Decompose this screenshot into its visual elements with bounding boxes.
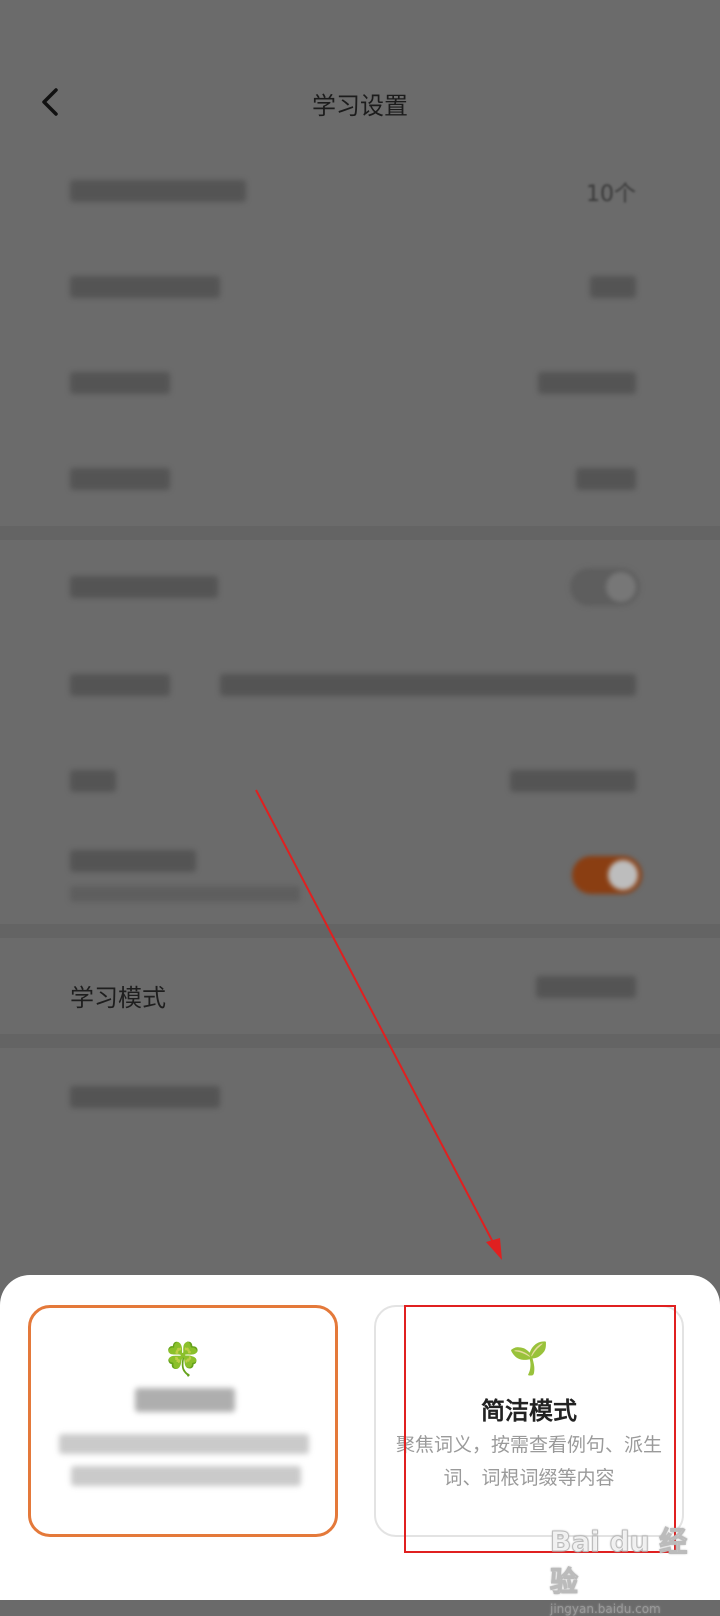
section-divider bbox=[0, 526, 720, 540]
settings-row-daily-count[interactable]: 10个 bbox=[0, 142, 720, 238]
settings-row-6[interactable] bbox=[0, 636, 720, 732]
mode-card-detailed[interactable]: 🍀 bbox=[28, 1305, 338, 1537]
mode-name: 简洁模式 bbox=[481, 1397, 577, 1425]
watermark-text: Bai du 经验 bbox=[550, 1525, 688, 1599]
blurred-label bbox=[70, 468, 170, 490]
blurred-label bbox=[70, 372, 170, 394]
blurred-label bbox=[70, 850, 196, 872]
page-title: 学习设置 bbox=[312, 92, 408, 120]
settings-row-2[interactable] bbox=[0, 238, 720, 334]
blurred-desc-line bbox=[71, 1466, 301, 1486]
mode-description: 聚焦词义，按需查看例句、派生词、词根词缀等内容 bbox=[395, 1434, 662, 1489]
toggle-switch-on[interactable] bbox=[572, 856, 642, 894]
section-divider bbox=[0, 924, 720, 938]
seedling-icon: 🌱 bbox=[509, 1339, 549, 1377]
blurred-value bbox=[576, 468, 636, 490]
toggle-switch-off[interactable] bbox=[570, 568, 640, 606]
blurred-label bbox=[70, 1086, 220, 1108]
blurred-desc-line bbox=[59, 1434, 309, 1454]
blurred-value bbox=[510, 770, 636, 792]
blurred-value bbox=[536, 976, 636, 998]
watermark-url: jingyan.baidu.com bbox=[550, 1602, 661, 1616]
blurred-label bbox=[70, 674, 170, 696]
clover-icon: 🍀 bbox=[163, 1340, 203, 1378]
watermark: Bai du 经验 jingyan.baidu.com bbox=[550, 1520, 715, 1616]
blurred-value bbox=[538, 372, 636, 394]
mode-card-simple[interactable]: 🌱 简洁模式 聚焦词义，按需查看例句、派生词、词根词缀等内容 bbox=[374, 1305, 684, 1537]
blurred-label bbox=[70, 180, 246, 202]
blurred-label bbox=[70, 576, 218, 598]
section-divider bbox=[0, 1034, 720, 1048]
settings-row-3[interactable] bbox=[0, 334, 720, 430]
blurred-label bbox=[70, 276, 220, 298]
blurred-subtitle bbox=[70, 886, 300, 902]
settings-row-5 bbox=[0, 540, 720, 636]
settings-row-8 bbox=[0, 828, 720, 938]
settings-row-10[interactable] bbox=[0, 1048, 720, 1144]
blurred-value bbox=[590, 276, 636, 298]
blurred-label bbox=[70, 770, 116, 792]
blurred-mode-name bbox=[135, 1388, 235, 1412]
learning-mode-label: 学习模式 bbox=[70, 984, 166, 1012]
row-value: 10个 bbox=[586, 182, 636, 207]
settings-row-7[interactable] bbox=[0, 732, 720, 828]
blurred-value bbox=[220, 674, 636, 696]
settings-row-4[interactable] bbox=[0, 430, 720, 526]
